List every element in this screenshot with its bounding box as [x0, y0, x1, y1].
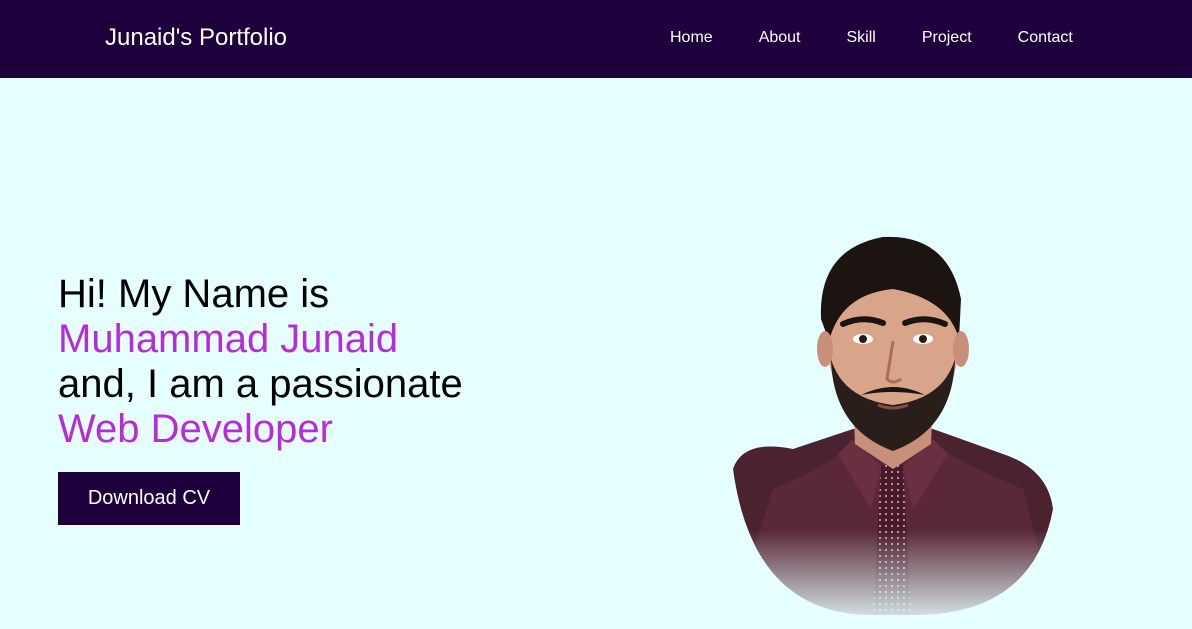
profile-photo	[733, 229, 1055, 615]
nav-links: Home About Skill Project Contact	[670, 28, 1073, 47]
hero-greeting: Hi! My Name is	[58, 272, 330, 316]
hero-intro: and, I am a passionate	[58, 362, 463, 406]
nav-link-home[interactable]: Home	[670, 28, 713, 47]
hero-name: Muhammad Junaid	[58, 317, 399, 361]
nav-link-skill[interactable]: Skill	[847, 28, 876, 47]
nav-link-about[interactable]: About	[759, 28, 801, 47]
nav-link-contact[interactable]: Contact	[1018, 28, 1073, 47]
download-cv-button[interactable]: Download CV	[58, 472, 240, 525]
brand-logo-text[interactable]: Junaid's Portfolio	[105, 24, 287, 52]
hero-heading: Hi! My Name is Muhammad Junaid and, I am…	[58, 272, 463, 452]
navbar: Junaid's Portfolio Home About Skill Proj…	[0, 0, 1192, 78]
nav-link-project[interactable]: Project	[922, 28, 972, 47]
hero-role: Web Developer	[58, 407, 333, 451]
